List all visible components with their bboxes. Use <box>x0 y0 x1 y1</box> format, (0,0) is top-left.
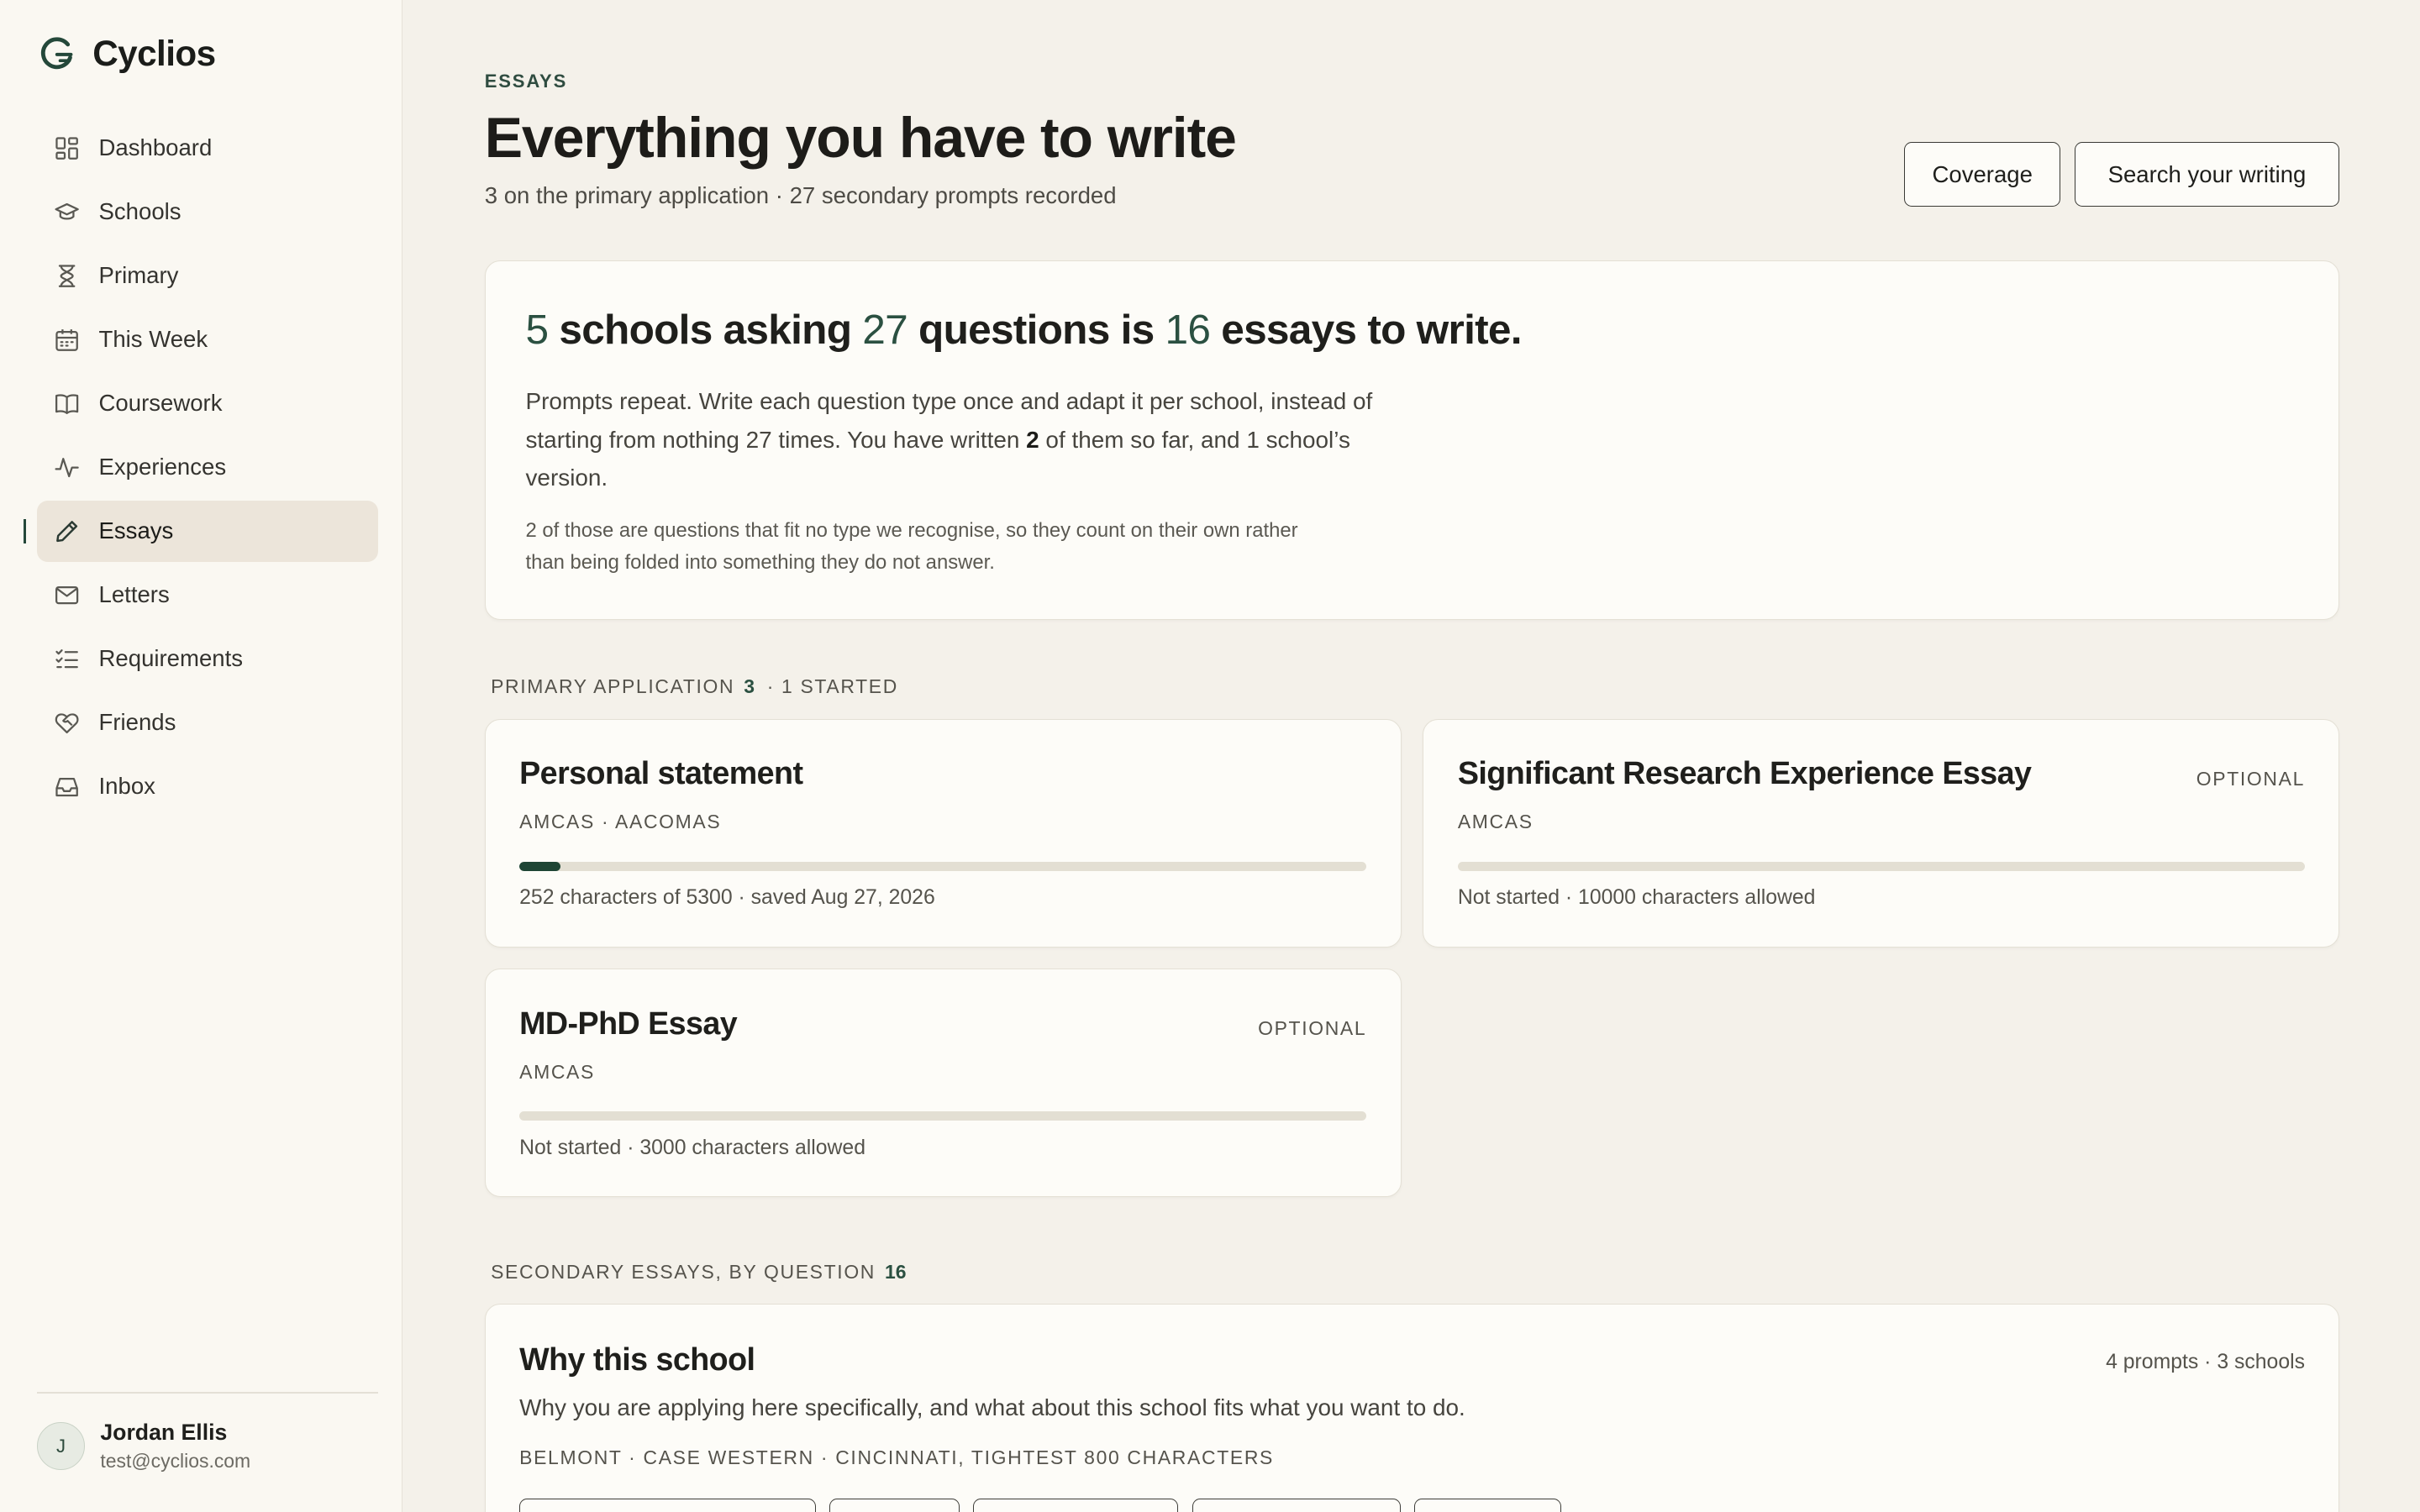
essay-card-personal-statement[interactable]: Personal statement AMCAS · AACOMAS 252 c… <box>484 718 1402 948</box>
questions-count: 27 <box>862 305 908 353</box>
section-title: PRIMARY APPLICATION <box>491 675 735 698</box>
schools-text: schools asking <box>548 305 863 353</box>
user-email: test@cyclios.com <box>100 1450 251 1473</box>
school-chip[interactable] <box>829 1499 960 1512</box>
hourglass-icon <box>59 265 76 287</box>
sidebar-item-label: Inbox <box>98 773 155 800</box>
brand-name: Cyclios <box>92 34 216 74</box>
question-description: Why you are applying here specifically, … <box>519 1394 1465 1420</box>
avatar: J <box>37 1422 86 1470</box>
section-count: 3 <box>744 675 755 698</box>
schools-count: 5 <box>525 305 549 353</box>
school-chip[interactable] <box>973 1499 1179 1512</box>
user-profile[interactable]: J Jordan Ellis test@cyclios.com <box>37 1420 250 1473</box>
secondary-section-label: SECONDARY ESSAYS, BY QUESTION 16 <box>491 1261 907 1284</box>
progress-bar <box>1457 861 2305 871</box>
progress-bar <box>519 1111 1367 1121</box>
essays-count: 16 <box>1165 305 1211 353</box>
sidebar-divider <box>37 1391 378 1394</box>
essay-title: MD-PhD Essay <box>519 1005 738 1041</box>
heart-handshake-icon <box>55 713 79 733</box>
book-icon <box>55 394 79 414</box>
sidebar-item-this-week[interactable]: This Week <box>37 309 378 370</box>
sidebar-item-label: Coursework <box>98 390 223 417</box>
page-title: Everything you have to write <box>484 105 1237 170</box>
school-chip[interactable] <box>1414 1499 1561 1512</box>
progress-fill <box>519 861 560 871</box>
essay-card-md-phd[interactable]: MD-PhD Essay OPTIONAL AMCAS Not started … <box>484 969 1402 1198</box>
question-schools: BELMONT · CASE WESTERN · CINCINNATI, TIG… <box>519 1446 1274 1468</box>
question-title: Why this school <box>519 1341 755 1378</box>
sidebar: Cyclios Dashboard Schools Primary This W… <box>0 0 403 1512</box>
school-chips <box>519 1499 1561 1512</box>
essay-card-research-experience[interactable]: Significant Research Experience Essay OP… <box>1423 718 2340 948</box>
sidebar-nav: Dashboard Schools Primary This Week Cour… <box>23 118 378 820</box>
pen-icon <box>56 520 78 542</box>
primary-section-label: PRIMARY APPLICATION 3 · 1 STARTED <box>491 675 898 698</box>
sidebar-item-label: Experiences <box>98 454 227 480</box>
dashboard-icon <box>55 137 79 160</box>
sidebar-item-inbox[interactable]: Inbox <box>37 756 378 817</box>
essay-orgs: AMCAS <box>519 1060 595 1083</box>
search-writing-button[interactable]: Search your writing <box>2074 141 2340 207</box>
essay-status: Not started · 10000 characters allowed <box>1457 886 1816 910</box>
sidebar-item-primary[interactable]: Primary <box>37 245 378 307</box>
sidebar-item-essays[interactable]: Essays <box>23 500 378 563</box>
sidebar-item-coursework[interactable]: Coursework <box>37 373 378 434</box>
sidebar-item-requirements[interactable]: Requirements <box>37 628 378 690</box>
optional-badge: OPTIONAL <box>1258 1017 1367 1040</box>
activity-icon <box>55 457 80 477</box>
essay-status: Not started · 3000 characters allowed <box>519 1136 865 1159</box>
school-chip[interactable] <box>1192 1499 1401 1512</box>
sidebar-item-dashboard[interactable]: Dashboard <box>37 118 378 179</box>
checklist-icon <box>55 648 79 669</box>
brand[interactable]: Cyclios <box>37 34 216 74</box>
school-chip[interactable] <box>519 1499 816 1512</box>
sidebar-item-label: Dashboard <box>98 134 213 161</box>
page-subtitle: 3 on the primary application · 27 second… <box>484 181 1117 208</box>
sidebar-item-experiences[interactable]: Experiences <box>37 437 378 498</box>
page-eyebrow: ESSAYS <box>484 71 568 92</box>
sidebar-item-label: Primary <box>98 262 179 289</box>
sidebar-item-label: Requirements <box>98 645 244 672</box>
essay-orgs: AMCAS <box>1457 811 1534 833</box>
coverage-button[interactable]: Coverage <box>1904 141 2060 207</box>
written-count: 2 <box>1026 426 1039 453</box>
section-extra: · 1 STARTED <box>766 675 898 698</box>
summary-body: Prompts repeat. Write each question type… <box>525 382 1436 498</box>
sidebar-item-label: Friends <box>98 709 176 736</box>
optional-badge: OPTIONAL <box>2196 767 2305 790</box>
sidebar-item-friends[interactable]: Friends <box>37 692 378 753</box>
progress-bar <box>519 861 1367 871</box>
question-card-why-this-school[interactable]: Why this school 4 prompts · 3 schools Wh… <box>484 1304 2340 1512</box>
sidebar-item-letters[interactable]: Letters <box>37 564 378 626</box>
essays-text: essays to write. <box>1210 305 1522 353</box>
questions-text: questions is <box>907 305 1165 353</box>
inbox-icon <box>55 777 79 796</box>
graduation-cap-icon <box>55 202 80 220</box>
sidebar-item-label: Essays <box>98 517 174 544</box>
section-count: 16 <box>885 1260 907 1283</box>
sidebar-item-label: This Week <box>98 326 208 353</box>
calendar-icon <box>55 328 79 351</box>
summary-headline: 5 schools asking 27 questions is 16 essa… <box>525 305 1522 354</box>
summary-note: 2 of those are questions that fit no typ… <box>525 518 1298 575</box>
user-name: Jordan Ellis <box>100 1419 228 1445</box>
essay-status: 252 characters of 5300 · saved Aug 27, 2… <box>519 886 935 910</box>
cyclios-logo-icon <box>40 36 73 69</box>
section-title: SECONDARY ESSAYS, BY QUESTION <box>491 1260 876 1283</box>
sidebar-item-label: Letters <box>98 581 170 608</box>
sidebar-item-label: Schools <box>98 198 182 225</box>
mail-icon <box>55 585 79 605</box>
summary-card: 5 schools asking 27 questions is 16 essa… <box>484 260 2340 621</box>
essay-orgs: AMCAS · AACOMAS <box>519 811 722 833</box>
essay-title: Significant Research Experience Essay <box>1457 755 2032 791</box>
question-meta: 4 prompts · 3 schools <box>2106 1351 2306 1374</box>
sidebar-item-schools[interactable]: Schools <box>37 181 378 243</box>
essay-title: Personal statement <box>519 755 803 791</box>
